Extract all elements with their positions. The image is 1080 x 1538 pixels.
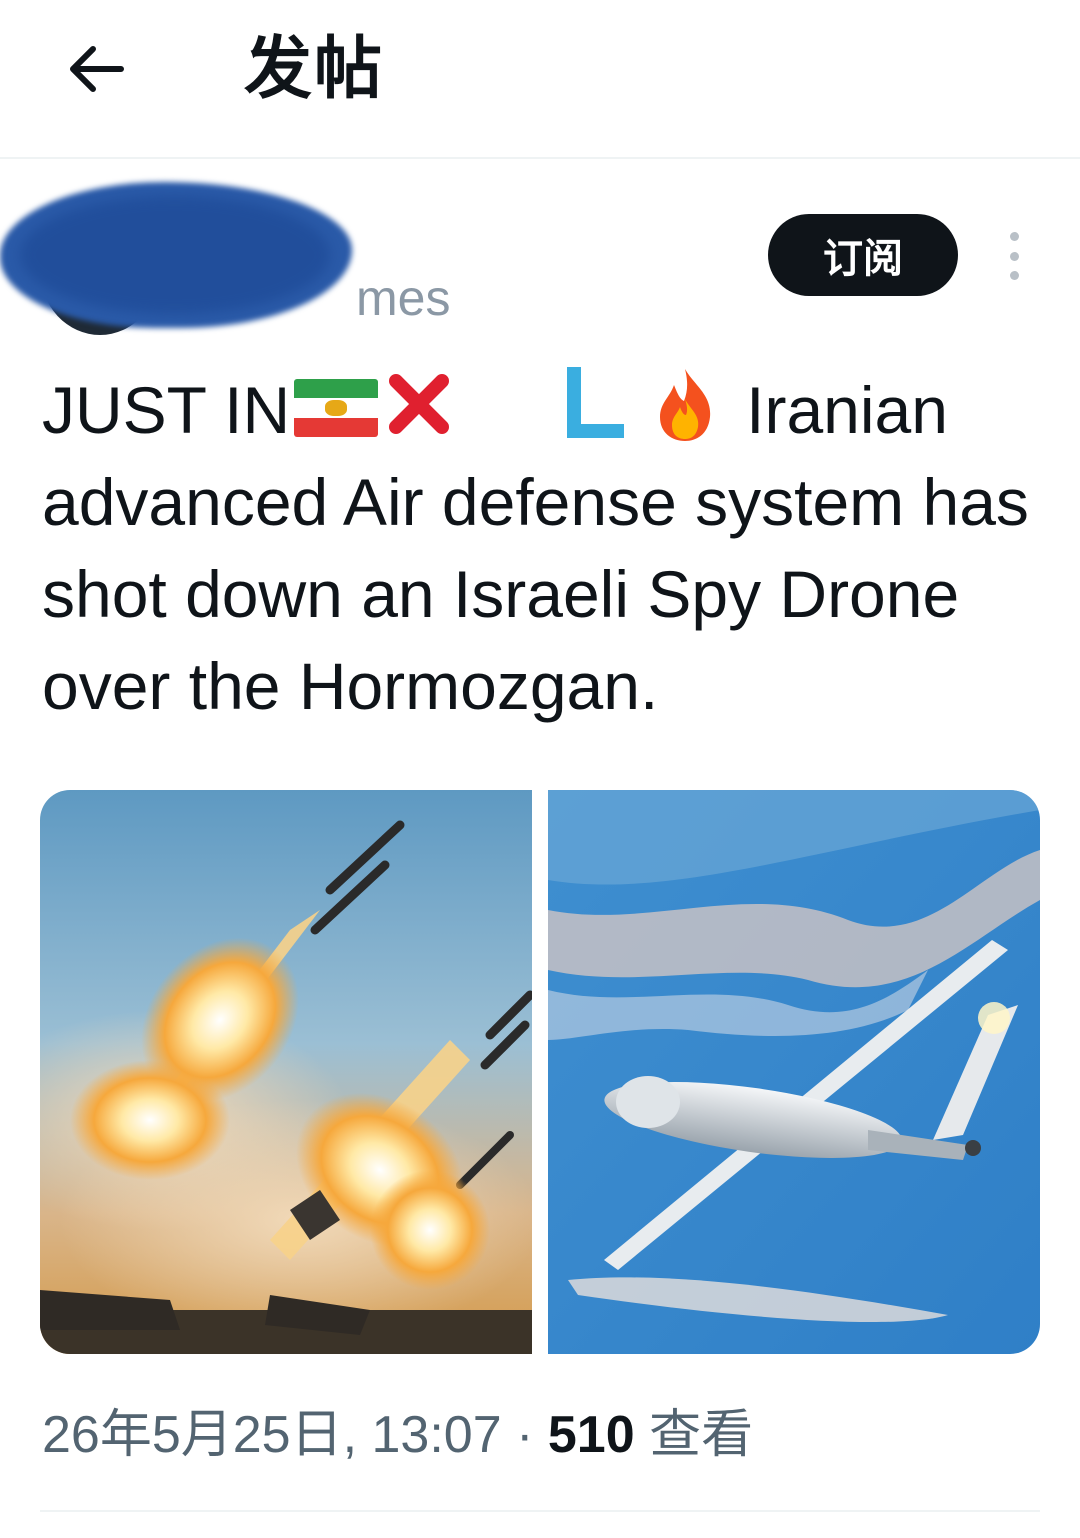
more-vertical-icon bbox=[1009, 232, 1019, 241]
meta-separator: · bbox=[516, 1406, 534, 1464]
views-count: 510 bbox=[547, 1406, 635, 1464]
cross-mark-emoji bbox=[389, 374, 450, 434]
more-options-button[interactable] bbox=[994, 226, 1034, 286]
views-label: 查看 bbox=[649, 1406, 754, 1464]
more-vertical-icon-dot bbox=[1009, 251, 1019, 261]
post-body: advanced Air defense system has shot dow… bbox=[42, 465, 1029, 723]
subscribe-button[interactable]: 订阅 bbox=[768, 214, 958, 296]
post-text: JUST IN Iranian advanced Air defense sys… bbox=[42, 364, 1042, 732]
iran-flag-emoji bbox=[294, 379, 379, 437]
post-timestamp[interactable]: 26年5月25日, 13:07 bbox=[42, 1406, 502, 1464]
fire-emoji bbox=[660, 369, 711, 441]
media-grid bbox=[40, 790, 1040, 1354]
post-prefix: JUST IN bbox=[42, 373, 291, 447]
redaction-scribble-core bbox=[20, 196, 330, 314]
top-bar: 发帖 bbox=[0, 0, 1080, 158]
letter-l-emoji bbox=[567, 367, 625, 438]
page-title: 发帖 bbox=[244, 30, 385, 109]
meta-divider bbox=[40, 1510, 1040, 1512]
rocket-launch-photo[interactable] bbox=[40, 790, 532, 1354]
post-text-iranian: Iranian bbox=[746, 373, 948, 447]
author-handle-fragment[interactable]: mes bbox=[356, 268, 450, 328]
more-vertical-icon-dot bbox=[1009, 271, 1019, 280]
post-meta: 26年5月25日, 13:07 · 510 查看 bbox=[42, 1400, 753, 1470]
back-button[interactable] bbox=[58, 32, 132, 106]
drone-photo[interactable] bbox=[548, 790, 1040, 1354]
header-divider bbox=[0, 157, 1080, 159]
arrow-left-icon bbox=[70, 46, 124, 92]
